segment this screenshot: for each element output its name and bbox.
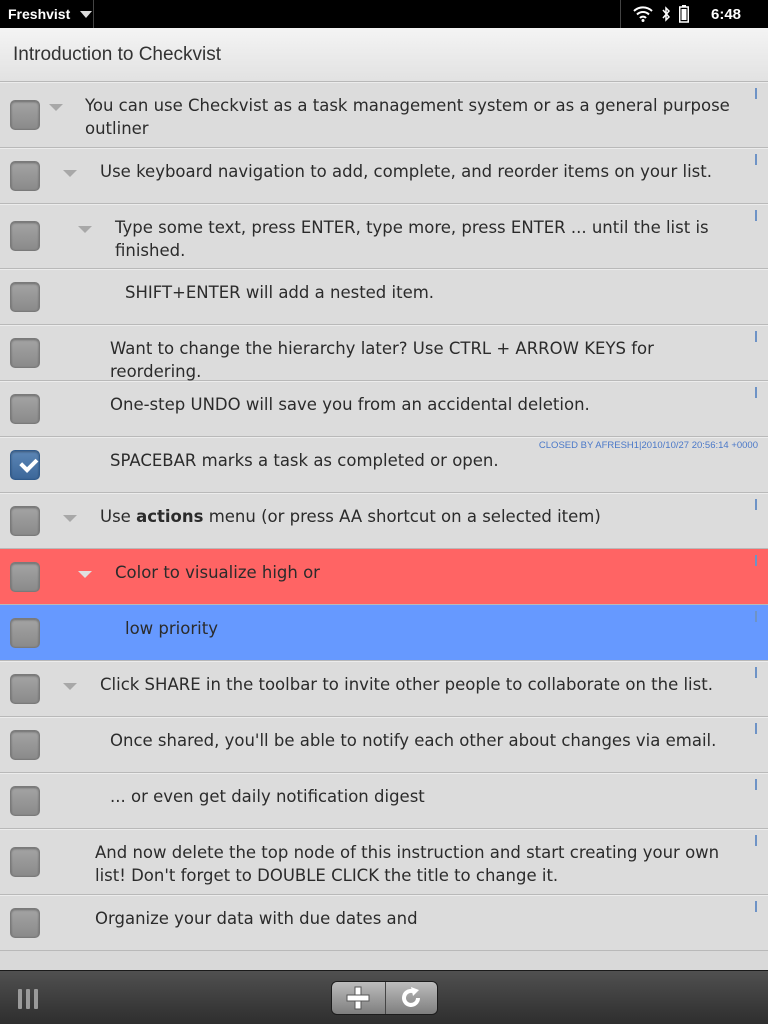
item-text: You can use Checkvist as a task manageme… (85, 96, 730, 138)
collapse-triangle-icon[interactable] (63, 515, 77, 522)
item-text: ... or even get daily notification diges… (110, 787, 425, 806)
list-item[interactable]: And now delete the top node of this inst… (0, 829, 768, 895)
list-item[interactable]: Click SHARE in the toolbar to invite oth… (0, 661, 768, 717)
list-item[interactable]: Type some text, press ENTER, type more, … (0, 204, 768, 269)
list-item-completed[interactable]: SPACEBAR marks a task as completed or op… (0, 437, 768, 493)
item-marker (755, 499, 757, 510)
list-item[interactable]: Want to change the hierarchy later? Use … (0, 325, 768, 381)
collapse-triangle-icon[interactable] (63, 170, 77, 177)
item-text: Use actions menu (or press AA shortcut o… (100, 505, 732, 528)
collapse-triangle-icon[interactable] (49, 104, 63, 111)
list-item[interactable]: ... or even get daily notification diges… (0, 773, 768, 829)
plus-icon (346, 986, 370, 1010)
chevron-down-icon (80, 10, 93, 18)
checkbox[interactable] (10, 673, 40, 704)
battery-icon (679, 5, 689, 23)
list-item[interactable]: SHIFT+ENTER will add a nested item. (0, 269, 768, 325)
list-item[interactable]: You can use Checkvist as a task manageme… (0, 82, 768, 148)
item-text: Color to visualize high or (115, 563, 320, 582)
checkbox-checked[interactable] (10, 449, 40, 480)
checklist: You can use Checkvist as a task manageme… (0, 82, 768, 951)
item-text: Type some text, press ENTER, type more, … (115, 218, 709, 260)
list-item[interactable]: Use actions menu (or press AA shortcut o… (0, 493, 768, 549)
item-text: Want to change the hierarchy later? Use … (110, 339, 654, 381)
grip-icon[interactable] (18, 989, 38, 1009)
checkbox[interactable] (10, 281, 40, 312)
list-item[interactable]: One-step UNDO will save you from an acci… (0, 381, 768, 437)
checkbox[interactable] (10, 99, 40, 130)
add-button[interactable] (332, 982, 385, 1014)
item-marker (755, 779, 757, 790)
bottom-toolbar (0, 970, 768, 1024)
app-name: Freshvist (8, 6, 71, 22)
checkbox[interactable] (10, 785, 40, 816)
item-text-bold: actions (136, 507, 204, 526)
item-text: low priority (125, 619, 218, 638)
item-marker (755, 723, 757, 734)
item-marker (755, 835, 757, 846)
list-item-high-priority[interactable]: Color to visualize high or (0, 549, 768, 605)
collapse-triangle-icon[interactable] (78, 226, 92, 233)
item-text: Click SHARE in the toolbar to invite oth… (100, 675, 713, 694)
list-item[interactable]: Organize your data with due dates and (0, 895, 768, 951)
item-text-part: menu (or press AA shortcut on a selected… (203, 507, 601, 526)
refresh-icon (402, 987, 421, 1007)
item-text: Organize your data with due dates and (95, 909, 418, 928)
toolbar-button-group (331, 981, 438, 1015)
checkbox[interactable] (10, 393, 40, 424)
item-marker (755, 611, 757, 622)
item-marker (755, 901, 757, 912)
item-marker (755, 210, 757, 221)
page-title[interactable]: Introduction to Checkvist (13, 44, 221, 66)
checkbox[interactable] (10, 160, 40, 191)
item-text: One-step UNDO will save you from an acci… (110, 395, 590, 414)
item-marker (755, 154, 757, 165)
system-menu[interactable]: 6:48 (620, 0, 768, 28)
list-item[interactable]: Once shared, you'll be able to notify ea… (0, 717, 768, 773)
checkbox[interactable] (10, 907, 40, 938)
item-marker (755, 331, 757, 342)
title-bar: Introduction to Checkvist (0, 28, 768, 82)
checkbox[interactable] (10, 561, 40, 592)
collapse-triangle-icon[interactable] (78, 571, 92, 578)
status-bar: Freshvist 6:48 (0, 0, 768, 28)
checkbox[interactable] (10, 505, 40, 536)
app-menu[interactable]: Freshvist (0, 0, 94, 28)
checkbox[interactable] (10, 221, 40, 251)
item-marker (755, 387, 757, 398)
closed-note: CLOSED BY AFRESH1|2010/10/27 20:56:14 +0… (538, 440, 758, 451)
list-item[interactable]: Use keyboard navigation to add, complete… (0, 148, 768, 204)
item-text: SHIFT+ENTER will add a nested item. (125, 283, 435, 302)
item-text: Once shared, you'll be able to notify ea… (110, 731, 717, 750)
item-marker (755, 667, 757, 678)
bluetooth-icon (662, 6, 671, 22)
list-item-low-priority[interactable]: low priority (0, 605, 768, 661)
collapse-triangle-icon[interactable] (63, 683, 77, 690)
item-text: Use keyboard navigation to add, complete… (100, 162, 712, 181)
checkbox[interactable] (10, 617, 40, 648)
item-marker (755, 88, 757, 99)
item-text: And now delete the top node of this inst… (95, 843, 720, 885)
item-text: SPACEBAR marks a task as completed or op… (110, 451, 499, 470)
checkbox[interactable] (10, 846, 40, 877)
wifi-icon (633, 6, 653, 22)
checkbox[interactable] (10, 337, 40, 368)
clock: 6:48 (711, 5, 742, 23)
checkbox[interactable] (10, 729, 40, 760)
item-marker (755, 555, 757, 566)
refresh-button[interactable] (384, 982, 437, 1014)
item-text-part: Use (100, 507, 137, 526)
